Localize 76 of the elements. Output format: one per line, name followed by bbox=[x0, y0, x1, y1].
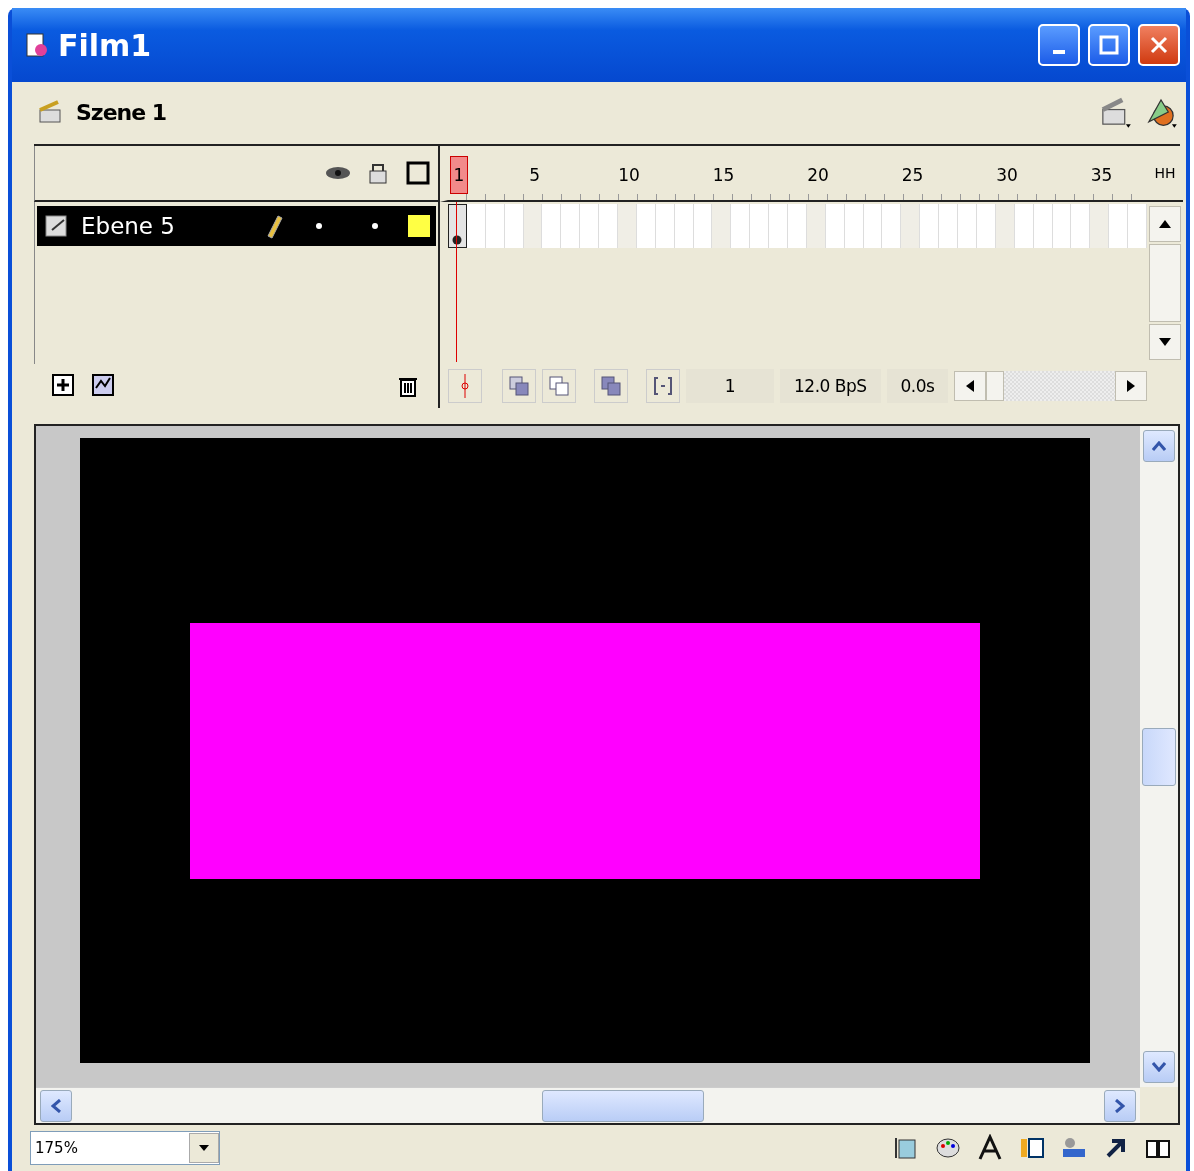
onion-markers-button[interactable] bbox=[646, 369, 680, 403]
up-triangle-icon bbox=[1158, 220, 1171, 228]
clapperboard-icon bbox=[36, 98, 64, 126]
maximize-icon bbox=[1099, 35, 1119, 55]
frame-cell[interactable] bbox=[788, 204, 807, 248]
overlapping-squares-icon bbox=[508, 375, 530, 397]
frame-number: 15 bbox=[714, 164, 733, 187]
right-triangle-icon[interactable] bbox=[1126, 380, 1135, 392]
scroll-thumb[interactable] bbox=[542, 1089, 704, 1122]
frame-cell[interactable] bbox=[958, 204, 977, 248]
frame-cell[interactable] bbox=[618, 204, 637, 248]
frame-cell[interactable] bbox=[1071, 204, 1091, 248]
chevron-right-icon[interactable] bbox=[1115, 1098, 1125, 1113]
chevron-down-icon[interactable] bbox=[1152, 1062, 1166, 1072]
frame-cell[interactable] bbox=[1090, 204, 1110, 248]
frame-view-button[interactable]: HH bbox=[1146, 146, 1183, 202]
chevron-up-icon[interactable] bbox=[1152, 441, 1166, 451]
frame-cell[interactable] bbox=[599, 204, 618, 248]
window-title: Film1 bbox=[58, 27, 153, 63]
frame-number: 1 bbox=[450, 156, 468, 194]
layer-row[interactable]: Ebene 5 bbox=[37, 206, 436, 246]
layer-name: Ebene 5 bbox=[81, 213, 176, 239]
maximize-button[interactable] bbox=[1088, 24, 1130, 66]
frame-number: 25 bbox=[903, 164, 922, 187]
center-frame-button[interactable] bbox=[448, 369, 482, 403]
visibility-dot[interactable] bbox=[316, 223, 322, 229]
horizontal-scrollbar[interactable] bbox=[36, 1087, 1140, 1123]
elapsed-time: 0.0s bbox=[886, 369, 949, 403]
outlined-squares-icon bbox=[548, 375, 570, 397]
scroll-thumb[interactable] bbox=[1148, 244, 1181, 322]
minimize-icon bbox=[1053, 50, 1065, 54]
frame-number: 30 bbox=[998, 164, 1017, 187]
frame-number: 10 bbox=[620, 164, 639, 187]
frame-cell[interactable] bbox=[1128, 204, 1147, 248]
frame-number: 5 bbox=[528, 164, 541, 187]
vertical-scrollbar[interactable] bbox=[1140, 426, 1178, 1087]
chevron-left-icon[interactable] bbox=[51, 1098, 61, 1113]
caret-icon bbox=[199, 1145, 209, 1151]
outline-square-icon[interactable] bbox=[404, 159, 432, 187]
frame-cell[interactable] bbox=[580, 204, 600, 248]
frame-number: 20 bbox=[809, 164, 828, 187]
scroll-down-button[interactable] bbox=[1148, 324, 1181, 360]
frame-cell[interactable] bbox=[901, 204, 921, 248]
brackets-icon bbox=[652, 375, 674, 397]
scroll-thumb[interactable] bbox=[1142, 727, 1176, 786]
minimize-button[interactable] bbox=[1038, 24, 1080, 66]
frame-cell[interactable] bbox=[731, 204, 751, 248]
onion-outline-button[interactable] bbox=[542, 369, 576, 403]
timeline-horizontal-scrollbar[interactable] bbox=[954, 371, 1147, 401]
frame-cell[interactable] bbox=[750, 204, 770, 248]
frame-cell[interactable] bbox=[882, 204, 902, 248]
frame-cell[interactable] bbox=[939, 204, 959, 248]
frame-cell[interactable] bbox=[769, 204, 789, 248]
edit-multiple-frames-button[interactable] bbox=[594, 369, 628, 403]
frame-cell[interactable] bbox=[561, 204, 581, 248]
scroll-thumb[interactable] bbox=[986, 371, 1005, 401]
frame-cell[interactable] bbox=[920, 204, 940, 248]
scroll-up-button[interactable] bbox=[1148, 206, 1181, 242]
frame-rate: 12.0 BpS bbox=[780, 369, 881, 403]
frame-cell[interactable] bbox=[542, 204, 562, 248]
filled-squares-icon bbox=[600, 375, 622, 397]
onion-skin-button[interactable] bbox=[502, 369, 536, 403]
frame-number: 35 bbox=[1092, 164, 1111, 187]
lock-dot[interactable] bbox=[372, 223, 378, 229]
frame-cell[interactable] bbox=[1109, 204, 1129, 248]
text-letter-icon[interactable] bbox=[976, 1134, 1004, 1162]
playhead-marker-icon bbox=[460, 374, 470, 398]
current-frame: 1 bbox=[686, 369, 774, 403]
outline-color-swatch[interactable] bbox=[408, 215, 430, 237]
down-triangle-icon bbox=[1158, 338, 1171, 346]
close-icon bbox=[1149, 35, 1169, 55]
zoom-dropdown[interactable]: 175% bbox=[30, 1131, 220, 1165]
scene-label: Szene 1 bbox=[76, 99, 168, 125]
close-button[interactable] bbox=[1138, 24, 1180, 66]
left-triangle-icon[interactable] bbox=[966, 380, 975, 392]
frame-cell[interactable] bbox=[712, 204, 732, 248]
